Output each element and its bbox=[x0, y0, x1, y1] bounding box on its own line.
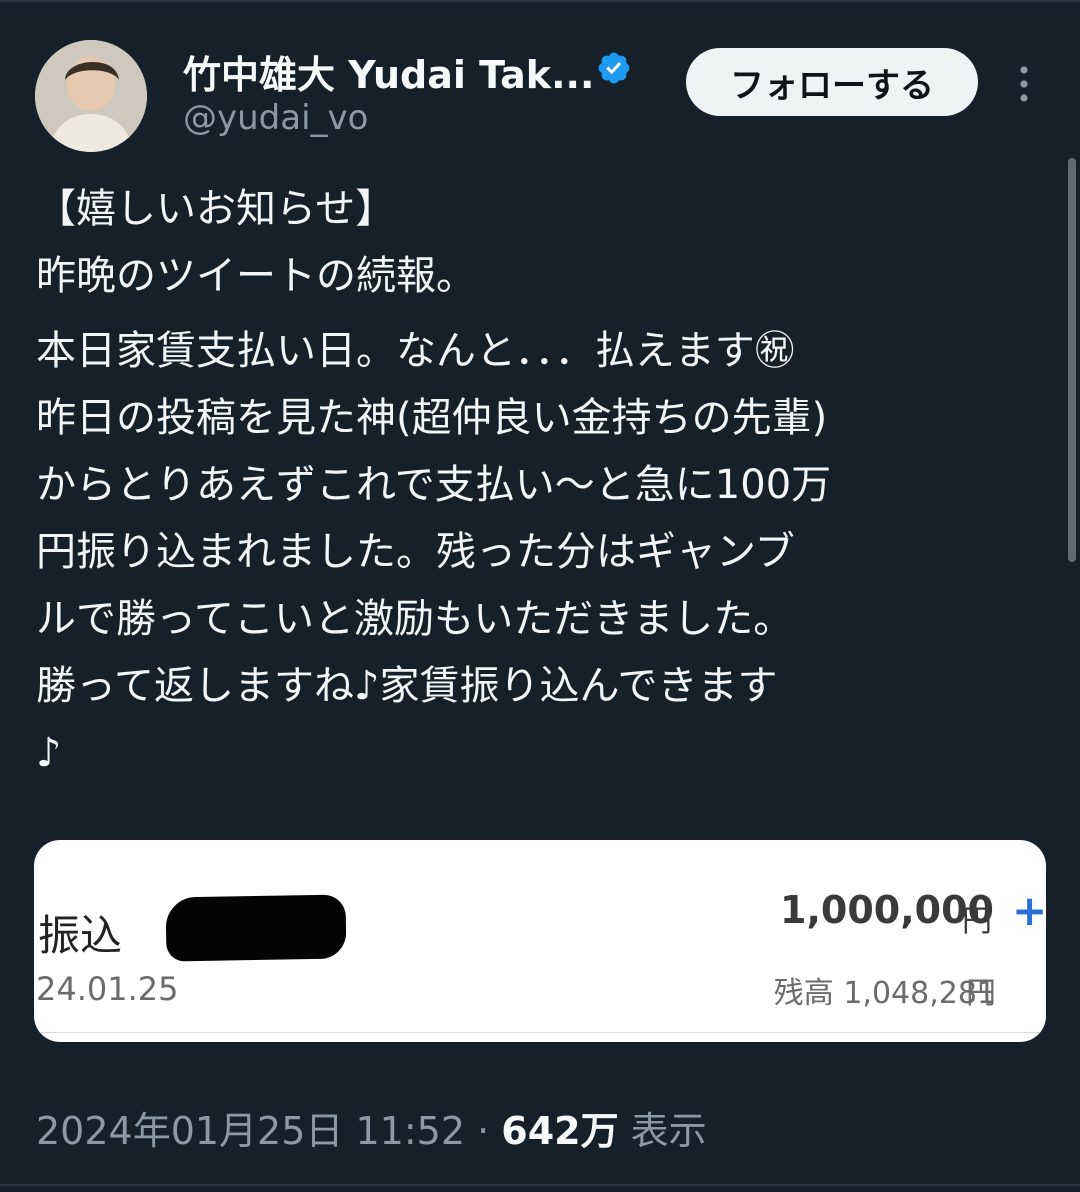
scrollbar[interactable] bbox=[1068, 158, 1076, 562]
profile-avatar[interactable] bbox=[35, 40, 147, 152]
more-vertical-icon[interactable] bbox=[1014, 64, 1034, 104]
bottom-divider bbox=[0, 1184, 1080, 1186]
verified-badge-icon bbox=[598, 52, 630, 84]
transaction-amount: 1,000,000 bbox=[780, 888, 994, 932]
follow-button[interactable]: フォローする bbox=[686, 48, 978, 116]
meta-separator: · bbox=[465, 1109, 502, 1153]
balance-text: 残高 1,048,281 bbox=[773, 976, 996, 1011]
media-divider bbox=[34, 1032, 1046, 1033]
author-handle[interactable]: @yudai_vo bbox=[183, 98, 368, 138]
plus-sign: + bbox=[1012, 886, 1046, 935]
balance-unit: 円 bbox=[966, 976, 996, 1011]
tweet-timestamp[interactable]: 2024年01月25日 11:52 bbox=[36, 1109, 465, 1153]
author-display-name[interactable]: 竹中雄大 Yudai Tak... bbox=[183, 44, 594, 99]
tweet-paragraph-1: 【嬉しいお知らせ】 昨晩のツイートの続報。 bbox=[36, 186, 476, 299]
avatar-image bbox=[35, 40, 147, 152]
tweet-media-image[interactable]: 振込 24.01.25 1,000,000 円 + 残高 1,048,281 円 bbox=[34, 840, 1046, 1042]
transaction-type: 振込 bbox=[38, 911, 123, 960]
tweet-text: 【嬉しいお知らせ】 昨晩のツイートの続報。 本日家賃支払い日。なんと．．．払えま… bbox=[36, 176, 1056, 787]
views-count: 642万 bbox=[501, 1109, 619, 1153]
top-divider bbox=[0, 0, 1080, 2]
redacted-name-mark bbox=[165, 894, 347, 962]
tweet-paragraph-2: 本日家賃支払い日。なんと．．．払えます㊗ 昨日の投稿を見た神(超仲良い金持ちの先… bbox=[36, 328, 832, 776]
amount-unit: 円 bbox=[962, 904, 992, 939]
views-label: 表示 bbox=[618, 1109, 707, 1153]
transaction-date: 24.01.25 bbox=[36, 970, 179, 1008]
tweet-meta: 2024年01月25日 11:52 · 642万 表示 bbox=[36, 1100, 707, 1155]
